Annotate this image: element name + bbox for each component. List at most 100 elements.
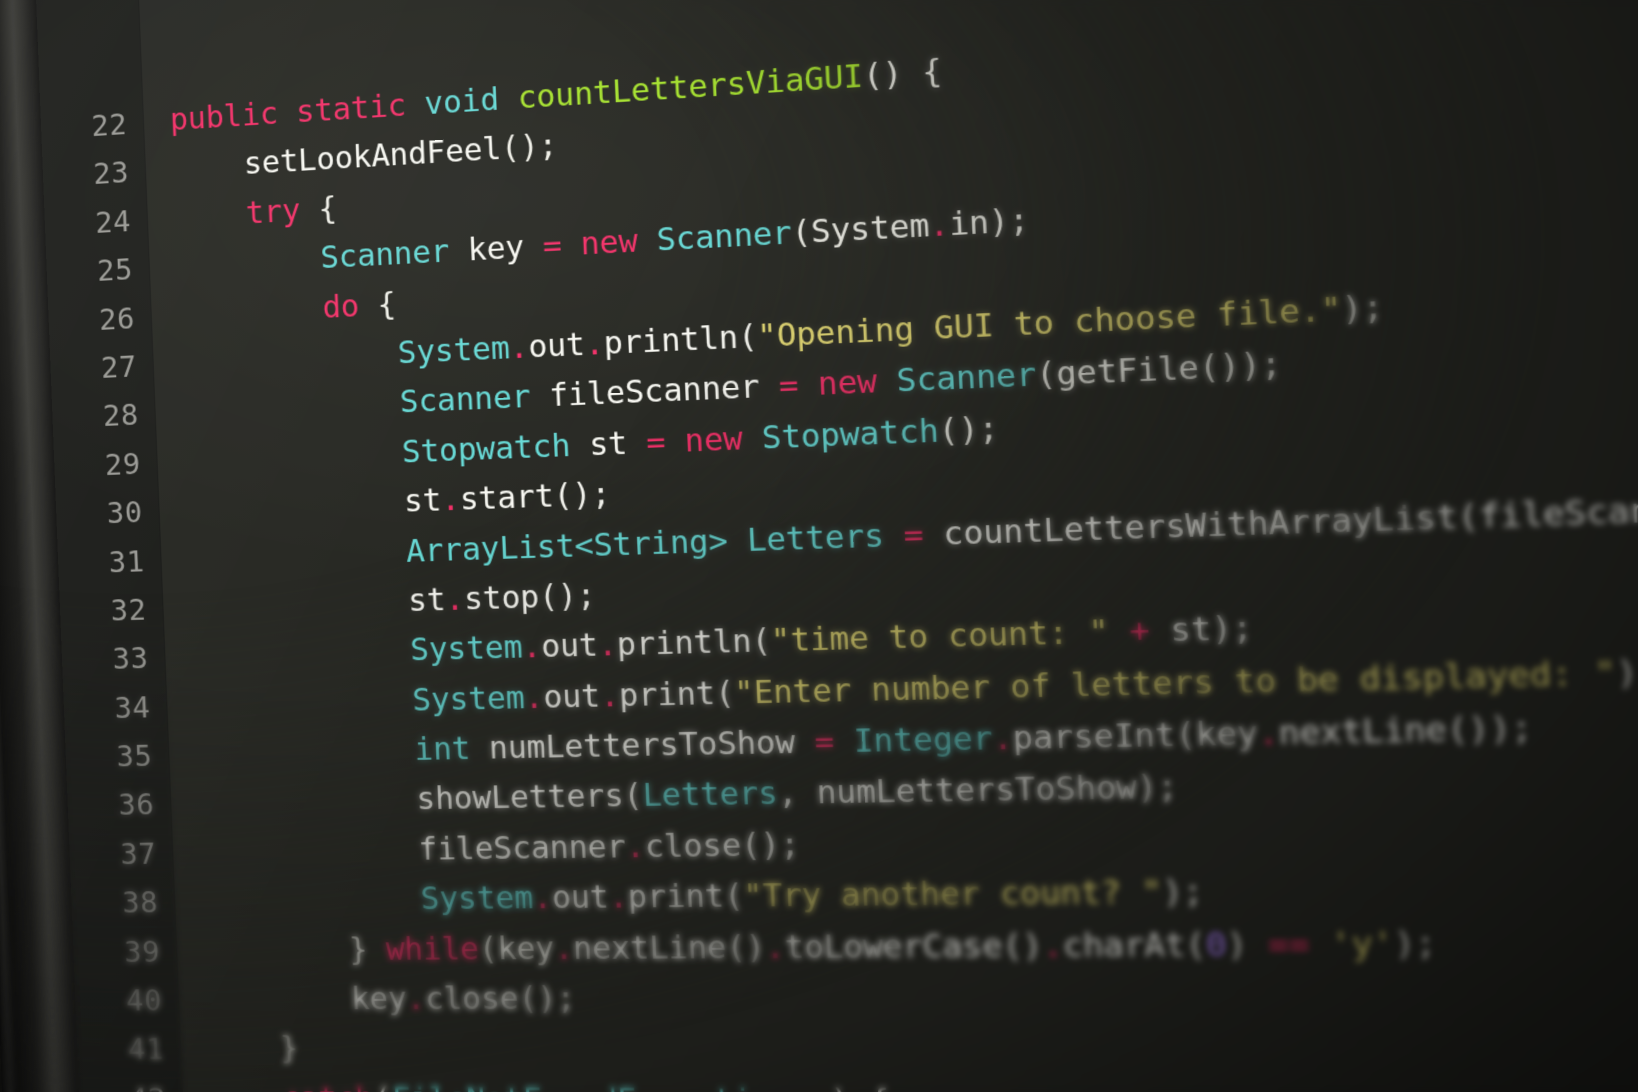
code-token-typ: int	[413, 731, 472, 769]
code-token-kw: new	[579, 222, 658, 263]
code-token-op: =	[813, 723, 835, 762]
code-token-pun: {	[299, 190, 338, 229]
code-token-typ: Letters	[746, 517, 885, 559]
code-token-pl: close();	[424, 980, 576, 1018]
code-token-op: .	[521, 629, 542, 667]
code-area[interactable]: public static void countLettersViaGUI() …	[135, 0, 1638, 1092]
code-token-typ: Letters	[641, 775, 779, 815]
code-token-op: .	[928, 206, 950, 245]
code-token-kw: new	[683, 420, 763, 460]
line-number: 27	[100, 349, 138, 385]
code-token-pl: key	[350, 981, 408, 1018]
code-token-typ: Scanner	[655, 215, 793, 260]
code-line[interactable]: }	[206, 1025, 1638, 1081]
code-token-op: .	[584, 325, 605, 364]
line-number: 36	[117, 787, 155, 823]
code-token-op: ==	[1267, 925, 1311, 965]
code-token-kw: while	[385, 931, 480, 968]
code-token-str: 'y'	[1329, 925, 1395, 964]
code-token-op: +	[1128, 612, 1151, 652]
code-token-op: .	[523, 679, 545, 717]
code-token-kw: new	[817, 363, 898, 404]
line-number: 40	[125, 983, 163, 1018]
code-token-str: "Try another count? "	[742, 874, 1164, 916]
code-token-pl: showLetters(	[415, 778, 644, 819]
code-token-kw: public	[169, 95, 297, 139]
code-token-pl: numLettersToShow	[469, 724, 816, 768]
code-token-pl: setLookAndFeel	[243, 131, 502, 183]
code-token-pun: in);	[948, 202, 1030, 244]
code-token-pun: );	[1614, 653, 1638, 694]
code-editor[interactable]: 22 23 24 25 26 27 28 29 30 31 32 33 34 35 36 37 38 39 40 41…	[32, 0, 1638, 1092]
code-token-op: .	[405, 981, 426, 1018]
line-number: 33	[111, 641, 150, 677]
code-token-pl: start();	[459, 476, 612, 519]
line-number: 32	[110, 592, 148, 628]
code-token-op: =	[902, 516, 925, 554]
code-token-typ: System	[397, 330, 511, 372]
line-number: 28	[102, 397, 140, 434]
code-token-pl: st	[569, 424, 648, 465]
code-token-op: .	[508, 329, 530, 367]
screen-perspective-wrap: 22 23 24 25 26 27 28 29 30 31 32 33 34 35 36 37 38 39 40 41…	[0, 0, 1638, 1092]
line-number: 37	[119, 836, 157, 872]
code-token-op: .	[764, 929, 786, 967]
code-token-pl: print(	[618, 674, 736, 715]
code-token-pun: }	[348, 931, 387, 968]
code-token-kw: do	[321, 288, 360, 326]
code-token-pun: e) {	[791, 1083, 890, 1092]
code-token-typ: Scanner	[319, 233, 451, 277]
code-token-pun: (getFile());	[1035, 346, 1283, 395]
code-token-op: .	[624, 828, 646, 866]
screenshot-stage: 22 23 24 25 26 27 28 29 30 31 32 33 34 35 36 37 38 39 40 41…	[0, 0, 1638, 1092]
line-number: 35	[115, 738, 154, 774]
code-token-pl: st	[403, 482, 442, 521]
code-token-typ: Stopwatch	[401, 427, 572, 471]
code-token-op: .	[553, 930, 574, 967]
code-token-op: .	[444, 581, 465, 619]
code-token-op: .	[1256, 714, 1280, 754]
code-token-num: 0	[1204, 926, 1228, 965]
code-token-pl: close();	[643, 826, 801, 866]
code-token-pl: , numLettersToShow);	[776, 769, 1179, 813]
code-token-typ: void	[423, 80, 519, 123]
line-number: 24	[94, 203, 132, 240]
code-line[interactable]: key.close();	[204, 969, 1638, 1025]
line-number: 25	[96, 252, 134, 289]
code-token-pl: toLowerCase()	[783, 927, 1044, 967]
line-number: 38	[121, 885, 159, 920]
code-token-op: .	[608, 879, 629, 917]
code-token-pl: st	[407, 582, 447, 620]
code-token-op: .	[440, 482, 461, 519]
line-number: 34	[113, 689, 152, 725]
code-token-pl: stop();	[463, 577, 597, 618]
line-number: 30	[106, 494, 144, 531]
code-token-pun: }	[279, 1031, 299, 1068]
code-token-pun: (key	[478, 930, 555, 968]
code-token-pl: out	[540, 627, 599, 666]
line-number: 41	[127, 1032, 165, 1067]
line-number: 22	[90, 106, 128, 144]
code-token-pl: key	[448, 228, 544, 270]
code-token-typ: Scanner	[895, 357, 1037, 401]
code-token-pl: charAt(	[1061, 926, 1207, 965]
line-number: 31	[108, 543, 146, 579]
code-token-typ: Scanner	[399, 379, 532, 421]
